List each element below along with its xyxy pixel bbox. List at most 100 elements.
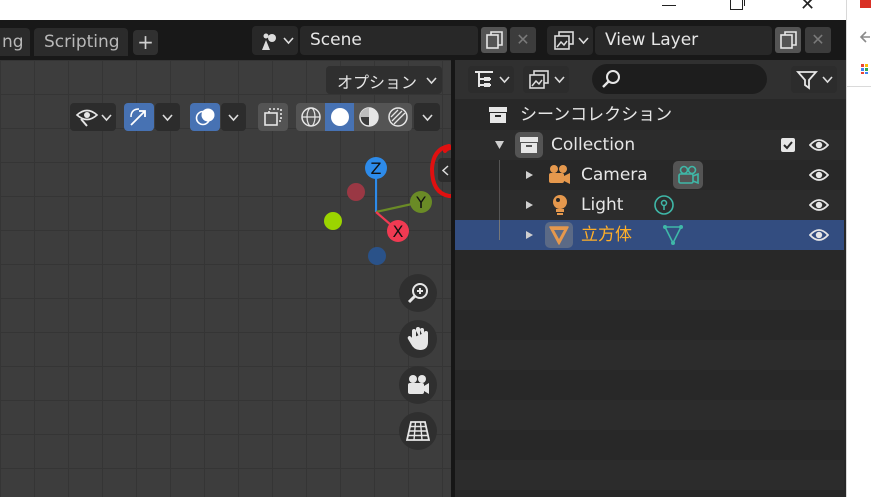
solid-shading-button[interactable] (325, 103, 354, 131)
scene-name: Scene (310, 30, 362, 50)
minimize-icon[interactable] (662, 0, 676, 16)
rendered-shading-button[interactable] (383, 103, 412, 131)
checkmark-icon (783, 141, 793, 150)
camera-data-icon (678, 165, 699, 185)
tab-workspace-partial[interactable]: ng (0, 28, 30, 56)
filter-icon (796, 71, 818, 90)
xray-toggle-button[interactable] (258, 103, 288, 131)
tab-scripting[interactable]: Scripting (34, 28, 128, 56)
camera-view-button[interactable] (399, 366, 437, 404)
x-icon: ✕ (516, 30, 530, 49)
camera-view-icon (408, 375, 429, 394)
exclude-checkbox[interactable] (781, 138, 795, 152)
outliner-empty-row (455, 400, 844, 430)
mesh-data-icon[interactable] (662, 224, 684, 246)
display-mode-dropdown[interactable] (468, 66, 514, 93)
perspective-toggle-button[interactable] (399, 412, 437, 450)
chevron-down-icon (422, 114, 433, 122)
view-layer-filter-dropdown[interactable] (523, 66, 569, 93)
delete-scene-button[interactable]: ✕ (510, 27, 536, 53)
chevron-down-icon (578, 37, 589, 45)
filter-dropdown[interactable] (791, 66, 837, 93)
expand-down-icon[interactable] (494, 140, 505, 150)
wireframe-icon (301, 107, 321, 127)
item-name: 立方体 (581, 225, 632, 245)
delete-view-layer-button[interactable]: ✕ (805, 27, 831, 53)
pan-button[interactable] (399, 320, 437, 358)
new-view-layer-button[interactable] (775, 27, 801, 53)
outliner-row-camera[interactable]: Camera (455, 160, 844, 190)
tab-label: ng (2, 32, 24, 52)
outliner-row-collection[interactable]: Collection (455, 130, 844, 160)
overlays-toggle-button[interactable] (190, 103, 220, 131)
outliner-search-input[interactable] (592, 64, 767, 94)
gizmo-toggle-button[interactable] (124, 103, 154, 131)
eye-icon[interactable] (809, 228, 829, 242)
restore-icon[interactable] (727, 0, 745, 16)
scene-browse-button[interactable] (252, 26, 298, 55)
close-window-icon[interactable]: ✕ (800, 0, 818, 14)
hand-icon (407, 327, 428, 350)
gizmo-z-handle[interactable]: Z (365, 157, 387, 179)
navigation-gizmo[interactable]: Z Y X (318, 154, 438, 266)
expand-right-icon[interactable] (525, 200, 534, 210)
camera-data-button[interactable] (673, 161, 703, 189)
outliner-row-cube[interactable]: 立方体 (455, 220, 844, 250)
material-preview-button[interactable] (354, 103, 383, 131)
tree-line (499, 160, 500, 190)
render-layers-icon (554, 31, 574, 50)
gizmo-dropdown[interactable] (155, 103, 180, 131)
tree-line (499, 220, 500, 240)
chevron-down-icon (101, 114, 112, 122)
expand-right-icon[interactable] (525, 230, 534, 240)
solid-shading-icon (331, 108, 349, 126)
options-dropdown[interactable]: オプション (326, 66, 442, 94)
gizmo-icon (130, 108, 146, 126)
chevron-down-icon (283, 37, 294, 45)
gizmo-neg-x-handle[interactable] (347, 183, 365, 201)
zoom-icon (407, 283, 428, 304)
eye-icon[interactable] (809, 138, 829, 152)
gizmo-neg-z-handle[interactable] (368, 247, 386, 265)
eye-icon[interactable] (809, 198, 829, 212)
visibility-dropdown[interactable] (70, 103, 116, 131)
options-label: オプション (337, 73, 418, 92)
gizmo-y-label: Y (415, 193, 426, 212)
wireframe-shading-button[interactable] (296, 103, 325, 131)
eye-icon[interactable] (809, 168, 829, 182)
overlays-dropdown[interactable] (221, 103, 246, 131)
back-arrow-icon[interactable] (859, 30, 871, 44)
gizmo-x-handle[interactable]: X (387, 220, 409, 242)
outliner-empty-row (455, 460, 844, 490)
scene-name-field[interactable]: Scene (300, 26, 478, 55)
shading-dropdown[interactable] (414, 103, 440, 131)
chevron-down-icon (822, 76, 833, 84)
item-name: Camera (581, 165, 648, 185)
material-icon (359, 107, 379, 127)
view-layer-name-field[interactable]: View Layer (595, 26, 772, 55)
new-scene-button[interactable] (481, 27, 507, 53)
outliner-row-light[interactable]: Light (455, 190, 844, 220)
zoom-button[interactable] (399, 274, 437, 312)
scene-collection-row[interactable]: シーンコレクション (455, 100, 844, 130)
gizmo-neg-y-handle[interactable] (324, 212, 342, 230)
browser-tab-indicator (860, 0, 871, 8)
chevron-down-icon (499, 76, 510, 84)
expand-right-icon[interactable] (525, 170, 534, 180)
gizmo-x-label: X (393, 222, 404, 241)
scene-icon (262, 33, 276, 50)
light-object-icon (553, 195, 567, 215)
browser-window-edge (846, 0, 871, 497)
duplicate-icon (486, 31, 503, 49)
tree-line (499, 190, 500, 220)
apps-grid-icon[interactable] (861, 64, 871, 74)
item-name: Light (581, 195, 624, 215)
outliner-tree-icon (475, 71, 493, 87)
view-layer-browse-button[interactable] (547, 26, 593, 55)
collection-icon (520, 137, 538, 153)
add-workspace-button[interactable]: + (133, 30, 158, 55)
duplicate-icon (780, 31, 797, 49)
light-data-icon[interactable] (653, 194, 675, 216)
outliner-empty-row (455, 280, 844, 310)
mesh-object-icon (549, 226, 569, 245)
